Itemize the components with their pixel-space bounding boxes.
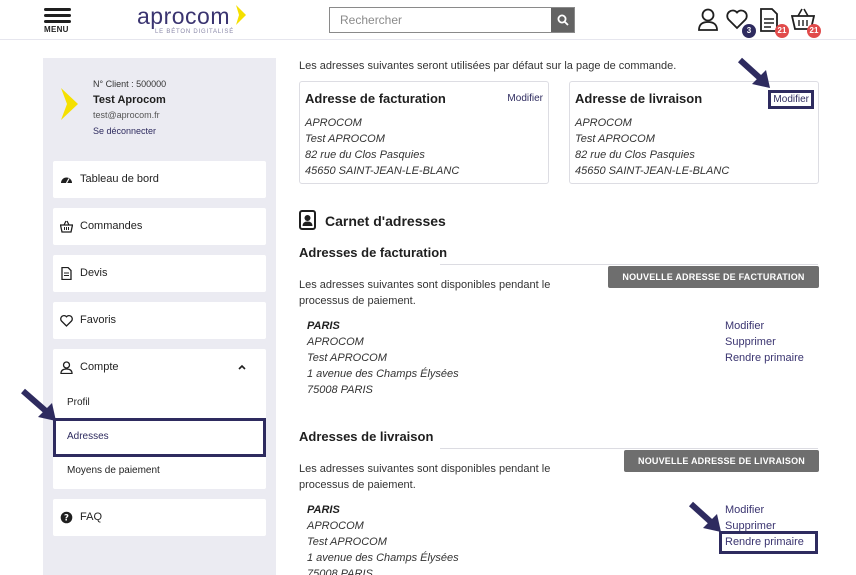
brand-chevron-icon (61, 88, 78, 120)
billing-address-actions: Modifier Supprimer Rendre primaire (725, 318, 804, 366)
sidebar-item-dashboard[interactable]: Tableau de bord (53, 161, 266, 198)
quotes-badge: 21 (775, 24, 789, 38)
address-name: PARIS (307, 320, 340, 332)
section-divider (440, 448, 818, 449)
shipping-address-entry: PARIS APROCOM Test APROCOM 1 avenue des … (307, 502, 459, 575)
favorites-button[interactable]: 3 (726, 8, 756, 38)
sidebar-item-label: Commandes (80, 220, 143, 232)
pointer-arrow-icon (737, 57, 770, 88)
question-icon: ? (60, 511, 73, 524)
search-bar (329, 7, 575, 33)
account-sidebar: N° Client : 500000 Test Aprocom test@apr… (43, 58, 276, 575)
address-book-title: Carnet d'adresses (325, 213, 446, 229)
heart-icon (60, 314, 73, 327)
billing-card-address: APROCOM Test APROCOM 82 rue du Clos Pasq… (305, 115, 459, 179)
user-icon (698, 8, 718, 31)
address-line: Test APROCOM (575, 133, 655, 145)
address-line: 45650 SAINT-JEAN-LE-BLANC (305, 165, 460, 177)
address-name: PARIS (307, 504, 340, 516)
make-primary-link[interactable]: Rendre primaire (725, 350, 804, 366)
sidebar-item-favorites[interactable]: Favoris (53, 302, 266, 339)
sidebar-item-orders[interactable]: Commandes (53, 208, 266, 245)
address-line: 1 avenue des Champs Élysées (307, 552, 459, 564)
svg-text:?: ? (64, 514, 69, 524)
address-book-heading: Carnet d'adresses (299, 210, 446, 233)
default-addresses-intro: Les adresses suivantes seront utilisées … (299, 60, 677, 72)
billing-addresses-title: Adresses de facturation (299, 245, 448, 260)
billing-card-title: Adresse de facturation (305, 91, 446, 106)
edit-address-link[interactable]: Modifier (725, 318, 804, 334)
billing-edit-link[interactable]: Modifier (507, 93, 543, 104)
favorites-badge: 3 (742, 24, 756, 38)
quotes-button[interactable]: 21 (759, 8, 789, 38)
shipping-addresses-title: Adresses de livraison (299, 429, 434, 444)
address-line: APROCOM (305, 117, 362, 129)
shipping-addresses-note: Les adresses suivantes sont disponibles … (299, 463, 551, 491)
chevron-up-icon[interactable] (238, 364, 246, 370)
address-line: APROCOM (307, 520, 364, 532)
sidebar-item-label: FAQ (80, 511, 103, 523)
basket-icon (60, 220, 73, 233)
address-line: APROCOM (307, 336, 364, 348)
sidebar-item-label: Compte (80, 361, 119, 373)
account-button[interactable] (697, 8, 721, 34)
address-line: APROCOM (575, 117, 632, 129)
search-input[interactable] (330, 8, 552, 32)
new-billing-address-button[interactable]: NOUVELLE ADRESSE DE FACTURATION (608, 266, 819, 288)
address-line: 82 rue du Clos Pasquies (575, 149, 695, 161)
delete-address-link[interactable]: Supprimer (725, 334, 804, 350)
client-email: test@aprocom.fr (93, 110, 160, 120)
sidebar-subitem-payment-methods[interactable]: Moyens de paiement (67, 465, 160, 476)
client-name: Test Aprocom (93, 94, 166, 106)
address-line: Test APROCOM (305, 133, 385, 145)
pointer-arrow-icon (21, 388, 56, 421)
dashboard-icon (61, 177, 72, 184)
section-divider (440, 264, 818, 265)
menu-label: MENU (44, 25, 69, 34)
sidebar-item-label: Devis (80, 267, 108, 279)
address-line: Test APROCOM (307, 536, 387, 548)
billing-address-entry: PARIS APROCOM Test APROCOM 1 avenue des … (307, 318, 459, 398)
address-line: Test APROCOM (307, 352, 387, 364)
cart-badge: 21 (807, 24, 821, 38)
logo-chevron-icon (236, 5, 246, 25)
logo-text: aprocom (137, 3, 230, 29)
billing-address-card: Adresse de facturation Modifier APROCOM … (299, 81, 549, 184)
menu-button[interactable]: MENU (44, 8, 72, 36)
shipping-edit-link[interactable]: Modifier (768, 90, 814, 109)
cart-button[interactable]: 21 (790, 8, 821, 38)
addresses-highlight-box (53, 418, 266, 457)
sidebar-item-account[interactable]: Compte (53, 349, 266, 386)
sidebar-item-label: Tableau de bord (80, 173, 159, 185)
billing-addresses-note: Les adresses suivantes sont disponibles … (299, 279, 551, 307)
sidebar-item-label: Favoris (80, 314, 117, 326)
address-line: 82 rue du Clos Pasquies (305, 149, 425, 161)
address-line: 75008 PARIS (307, 384, 373, 396)
shipping-address-card: Adresse de livraison Modifier APROCOM Te… (569, 81, 819, 184)
client-number: N° Client : 500000 (93, 79, 167, 89)
address-line: 45650 SAINT-JEAN-LE-BLANC (575, 165, 730, 177)
logout-link[interactable]: Se déconnecter (93, 126, 156, 136)
sidebar-subitem-profile[interactable]: Profil (67, 397, 90, 408)
edit-address-link[interactable]: Modifier (725, 502, 804, 518)
top-header: MENU aprocom LE BÉTON DIGITALISÉ 3 (0, 0, 856, 40)
logo-tagline: LE BÉTON DIGITALISÉ (155, 29, 234, 35)
shipping-card-address: APROCOM Test APROCOM 82 rue du Clos Pasq… (575, 115, 729, 179)
sidebar-item-faq[interactable]: ? FAQ (53, 499, 266, 536)
shipping-card-title: Adresse de livraison (575, 91, 703, 106)
pointer-arrow-icon (688, 501, 721, 532)
address-line: 1 avenue des Champs Élysées (307, 368, 459, 380)
document-icon (61, 267, 72, 280)
client-profile: N° Client : 500000 Test Aprocom test@apr… (55, 70, 265, 156)
make-primary-highlight-box (719, 531, 818, 554)
user-icon (60, 361, 73, 374)
new-shipping-address-button[interactable]: NOUVELLE ADRESSE DE LIVRAISON (624, 450, 819, 472)
search-icon (557, 14, 569, 26)
aprocom-logo[interactable]: aprocom LE BÉTON DIGITALISÉ (137, 3, 247, 37)
contact-book-icon (299, 210, 316, 230)
address-line: 75008 PARIS (307, 568, 373, 575)
search-button[interactable] (551, 8, 574, 32)
sidebar-item-quotes[interactable]: Devis (53, 255, 266, 292)
